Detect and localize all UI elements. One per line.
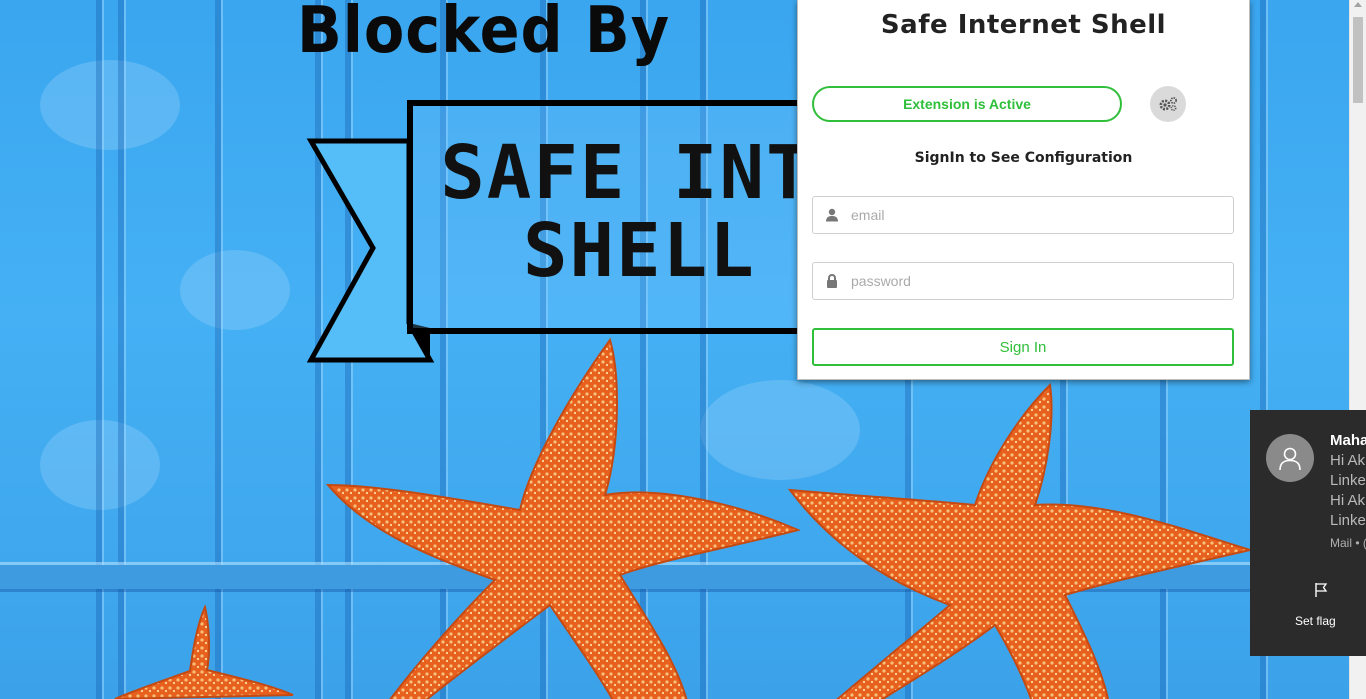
- avatar: [1266, 434, 1314, 482]
- password-input[interactable]: [851, 266, 1233, 296]
- notification-line: Hi Ak: [1330, 492, 1366, 509]
- background-leaf: [180, 250, 290, 330]
- signin-heading: SignIn to See Configuration: [914, 150, 1133, 166]
- settings-button[interactable]: [1150, 86, 1186, 122]
- starfish-image: [114, 605, 294, 699]
- blocked-heading: Blocked By: [297, 0, 671, 68]
- user-icon: [813, 208, 851, 222]
- mail-notification-toast[interactable]: Maha Hi Ak Linked Hi Ak Linked Mail • ( …: [1250, 410, 1366, 656]
- wall-plank: [215, 0, 221, 699]
- set-flag-label[interactable]: Set flag: [1295, 614, 1336, 628]
- set-flag-button[interactable]: [1314, 582, 1328, 598]
- password-field: [812, 262, 1234, 300]
- notification-line: Linked: [1330, 512, 1366, 529]
- scrollbar-thumb[interactable]: [1353, 17, 1363, 103]
- starfish-image: [787, 382, 1254, 699]
- extension-status-button[interactable]: Extension is Active: [812, 86, 1122, 122]
- gears-icon: [1159, 97, 1177, 112]
- background-leaf: [40, 60, 180, 150]
- notification-meta: Mail • (: [1330, 536, 1366, 550]
- flag-icon: [1315, 583, 1328, 597]
- signin-button[interactable]: Sign In: [812, 328, 1234, 366]
- popup-title: Safe Internet Shell: [880, 10, 1167, 40]
- wall-plank: [96, 0, 102, 699]
- lock-icon: [813, 274, 851, 288]
- notification-line: Hi Ak: [1330, 452, 1366, 469]
- notification-line: Linked: [1330, 472, 1366, 489]
- person-icon: [1279, 447, 1301, 471]
- starfish-image: [325, 337, 800, 699]
- email-field: [812, 196, 1234, 234]
- email-input[interactable]: [851, 200, 1233, 230]
- notification-sender: Maha: [1330, 432, 1366, 449]
- wall-plank: [118, 0, 124, 699]
- scroll-up-arrow-icon[interactable]: [1354, 2, 1362, 7]
- extension-popup: Safe Internet Shell Extension is Active …: [797, 0, 1250, 380]
